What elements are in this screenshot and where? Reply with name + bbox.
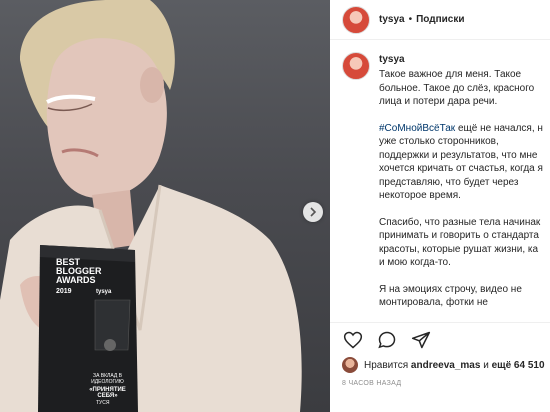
trophy-recipient: ТУСЯ — [96, 400, 110, 406]
post-caption: tysya Такое важное для меня. Такое больн… — [342, 52, 550, 322]
liker-username[interactable]: andreeva_mas — [411, 360, 481, 371]
trophy-brand: tysya — [96, 289, 112, 295]
liker-avatar[interactable] — [342, 357, 358, 373]
post-timestamp[interactable]: 8 ЧАСОВ НАЗАД — [342, 380, 401, 387]
caption-avatar[interactable] — [342, 52, 370, 80]
caption-paragraph-1: Такое важное для меня. Такое больное. Та… — [379, 69, 535, 107]
likes-summary: Нравится andreeva_mas и ещё 64 510 — [342, 357, 545, 373]
comment-button[interactable] — [376, 329, 398, 351]
share-button[interactable] — [410, 329, 432, 351]
heart-icon — [343, 331, 363, 348]
chevron-right-icon — [310, 207, 317, 217]
photo-illustration — [0, 0, 302, 412]
likes-prefix: Нравится — [364, 359, 409, 371]
comment-icon — [378, 331, 396, 348]
header-separator: • — [408, 14, 413, 25]
post-header: tysya • Подписки — [330, 0, 550, 40]
author-username[interactable]: tysya — [379, 14, 405, 25]
post-actions — [330, 322, 550, 356]
caption-paragraph-4: Я на эмоциях строчу, видео не монтировал… — [379, 283, 522, 309]
caption-username[interactable]: tysya — [379, 54, 405, 65]
hashtag-link[interactable]: #СоМнойВсёТак — [379, 123, 455, 134]
author-avatar[interactable] — [342, 5, 370, 34]
next-photo-button[interactable] — [303, 202, 323, 222]
trophy-year: 2019 — [56, 288, 72, 295]
caption-paragraph-2: #СоМнойВсёТак ещё не начался, н уже стол… — [379, 122, 543, 202]
post-side-panel: tysya • Подписки tysya Такое важное для … — [330, 0, 550, 412]
likes-count[interactable]: ещё 64 510 — [492, 360, 545, 371]
trophy-title: BEST BLOGGER AWARDS — [56, 257, 102, 285]
caption-paragraph-3: Спасибо, что разные тела начинак принима… — [379, 216, 541, 269]
trophy-category: «ПРИНЯТИЕ СЕБЯ» — [89, 387, 126, 399]
following-button[interactable]: Подписки — [416, 14, 464, 25]
post-photo[interactable]: BEST BLOGGER AWARDS 2019 tysya ЗА ВКЛАД … — [0, 0, 330, 412]
likes-middle: и — [483, 359, 489, 371]
caption-text: Такое важное для меня. Такое больное. Та… — [379, 68, 550, 322]
share-icon — [411, 331, 431, 348]
trophy-for-text: ЗА ВКЛАД В ИДЕОЛОГИЮ — [91, 373, 124, 385]
like-button[interactable] — [342, 329, 364, 351]
